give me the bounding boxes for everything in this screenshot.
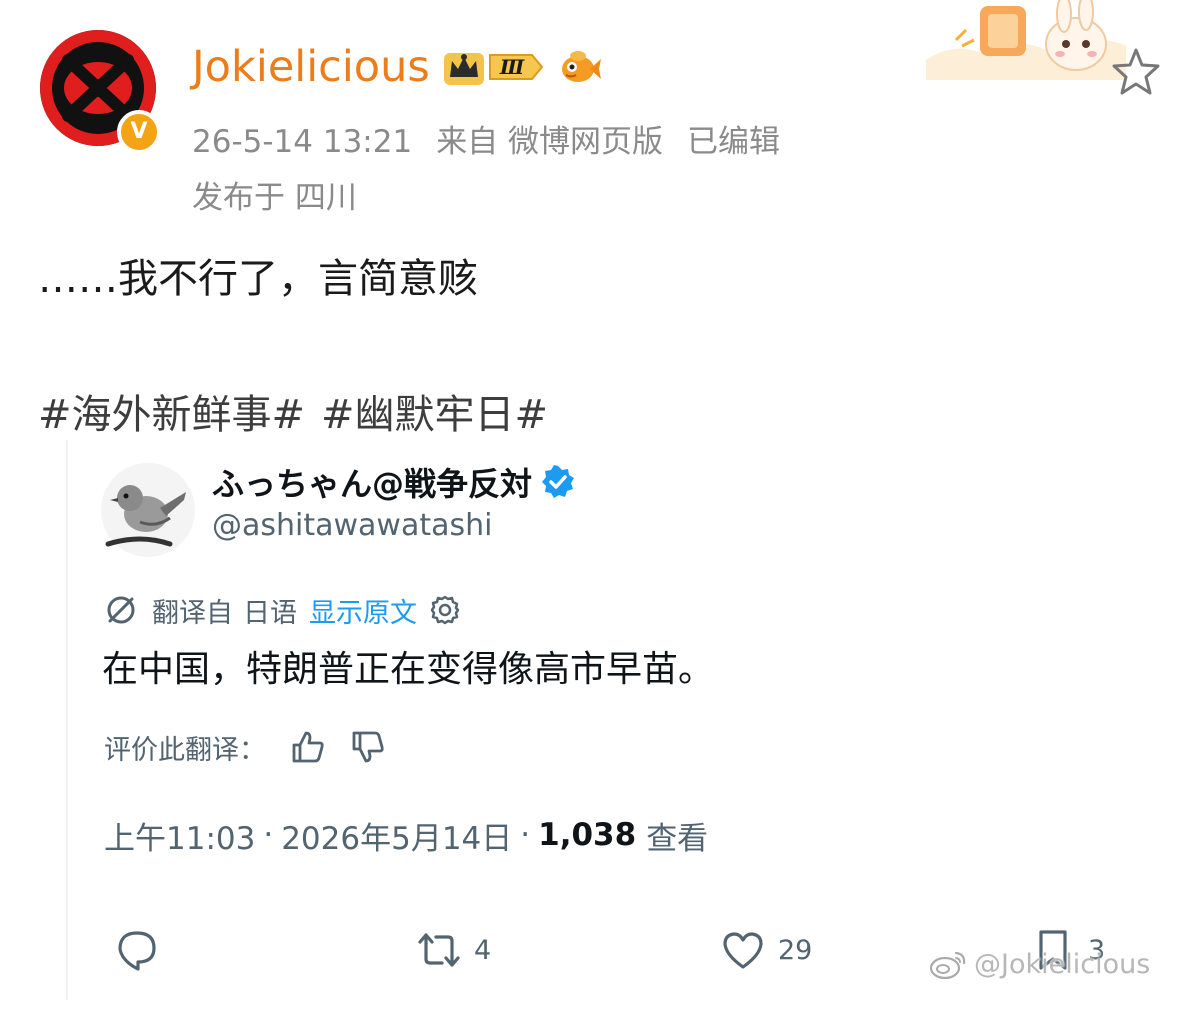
- username-link[interactable]: Jokielicious: [192, 42, 430, 92]
- heart-icon: [723, 932, 763, 969]
- post-text: ……我不行了，言简意赅: [38, 256, 478, 302]
- post-location: 发布于 四川: [192, 180, 357, 216]
- separator-dot: ·: [263, 817, 274, 853]
- separator-dot: ·: [520, 817, 531, 853]
- reply-button[interactable]: [114, 920, 160, 980]
- weibo-logo-icon: [929, 951, 966, 980]
- tweet-time[interactable]: 上午11:03: [104, 813, 255, 858]
- verified-badge: V: [117, 110, 161, 154]
- edited-label[interactable]: 已编辑: [687, 124, 780, 160]
- hashtag-link[interactable]: #幽默牢日#: [321, 392, 548, 438]
- rate-translation-row: 评价此翻译：: [104, 724, 388, 770]
- tweet-date[interactable]: 2026年5月14日: [281, 813, 512, 858]
- weibo-watermark: @Jokielicious: [928, 946, 1150, 982]
- tweet-text: 在中国，特朗普正在变得像高市早苗。: [102, 649, 715, 690]
- like-count: 29: [778, 934, 813, 966]
- post-source: 来自 微博网页版: [436, 124, 664, 160]
- views-count: 1,038: [538, 817, 637, 853]
- like-button[interactable]: 29: [720, 920, 812, 980]
- tweet-meta: 上午11:03 · 2026年5月14日 · 1,038 查看: [104, 810, 708, 860]
- level-badge-text: Ⅲ: [499, 55, 525, 79]
- crown-icon: [443, 53, 484, 85]
- post-timestamp[interactable]: 26-5-14 13:21: [192, 124, 412, 160]
- verified-check-icon: [542, 465, 575, 498]
- hashtag-link[interactable]: #海外新鲜事#: [38, 392, 305, 438]
- thumb-down-icon[interactable]: [348, 727, 388, 767]
- retweet-button[interactable]: 4: [416, 920, 491, 980]
- reply-bubble-icon: [118, 931, 156, 971]
- show-original-link[interactable]: 显示原文: [309, 591, 417, 630]
- goldfish-emoji-icon: [561, 51, 601, 82]
- translation-notice: 翻译自 日语 显示原文: [104, 588, 461, 632]
- translated-from-label: 翻译自: [152, 597, 233, 629]
- translate-icon: [107, 596, 135, 624]
- post-meta: 26-5-14 13:21 来自 微博网页版 已编辑: [192, 116, 780, 161]
- bunny-decoration: [926, 0, 1126, 80]
- username-row: Jokielicious Ⅲ: [192, 38, 602, 96]
- level-badge[interactable]: Ⅲ: [488, 52, 544, 82]
- watermark-text: @Jokielicious: [974, 948, 1151, 980]
- rate-translation-label: 评价此翻译：: [104, 734, 266, 766]
- sparrow-avatar[interactable]: [100, 462, 196, 558]
- tweet-display-name[interactable]: ふっちゃん@戦争反対: [212, 459, 532, 505]
- tweet-handle[interactable]: @ashitawawatashi: [212, 508, 492, 543]
- hashtag-list: #海外新鲜事# #幽默牢日#: [38, 382, 548, 440]
- views-label: 查看: [646, 820, 709, 857]
- tweet-author-row: ふっちゃん@戦争反対: [212, 458, 576, 506]
- thumb-up-icon[interactable]: [288, 727, 328, 767]
- star-outline-icon[interactable]: [1110, 46, 1162, 96]
- retweet-count: 4: [474, 934, 492, 966]
- retweet-icon: [418, 933, 460, 967]
- source-language: 日语: [243, 597, 297, 629]
- gear-icon[interactable]: [429, 594, 461, 626]
